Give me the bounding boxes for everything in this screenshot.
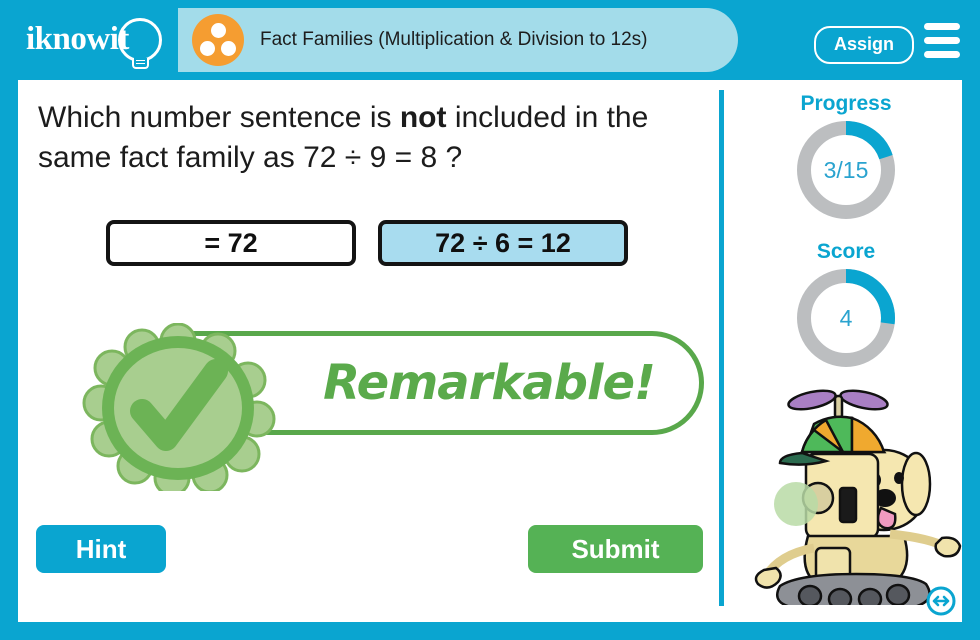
question-emphasis: not (399, 101, 447, 134)
progress-label: Progress (800, 92, 892, 115)
question-prefix: Which number sentence is (38, 101, 400, 134)
progress-ring: 3/15 (794, 118, 898, 222)
lesson-app: iknowit Fact Families (Multiplication & … (0, 0, 980, 640)
score-value: 4 (839, 304, 853, 331)
answer-choice-1[interactable]: = 72 (106, 220, 356, 266)
answer-choice-2[interactable]: 72 ÷ 6 = 12 (378, 220, 628, 266)
panel-divider (719, 90, 724, 606)
status-sidebar: Progress 3/15 Score 4 (730, 80, 962, 622)
robot-with-dog-icon (744, 380, 962, 605)
lesson-title-pill: Fact Families (Multiplication & Division… (178, 8, 738, 72)
hamburger-menu-icon[interactable] (924, 22, 964, 58)
score-label: Score (816, 240, 876, 263)
lightbulb-icon (118, 18, 162, 62)
lesson-title: Fact Families (Multiplication & Division… (260, 29, 648, 50)
horizontal-resize-circle-icon[interactable] (926, 586, 956, 616)
feedback-message: Remarkable! (323, 355, 656, 411)
submit-button[interactable]: Submit (528, 525, 703, 573)
three-dots-circle-icon (192, 14, 244, 66)
answer-choice-2-label: 72 ÷ 6 = 12 (435, 227, 571, 258)
lightbulb-base-icon (132, 58, 149, 69)
progress-value: 3/15 (823, 156, 869, 183)
question-text: Which number sentence is not included in… (38, 98, 703, 177)
green-checkmark-seal-icon (80, 323, 276, 491)
progress-meter: Progress 3/15 (730, 92, 962, 222)
feedback-overlay: Remarkable! (80, 323, 704, 491)
logo-wordmark: iknowit (26, 21, 129, 57)
assign-button[interactable]: Assign (813, 26, 914, 64)
answer-choices: = 72 72 ÷ 6 = 12 (106, 220, 706, 266)
score-ring: 4 (794, 266, 898, 370)
answer-choice-1-label: = 72 (204, 227, 258, 258)
iknowit-logo[interactable]: iknowit (26, 16, 178, 69)
app-header: iknowit Fact Families (Multiplication & … (0, 0, 980, 80)
lesson-stage: Which number sentence is not included in… (18, 80, 962, 622)
hint-button[interactable]: Hint (36, 525, 166, 573)
score-meter: Score 4 (730, 240, 962, 370)
